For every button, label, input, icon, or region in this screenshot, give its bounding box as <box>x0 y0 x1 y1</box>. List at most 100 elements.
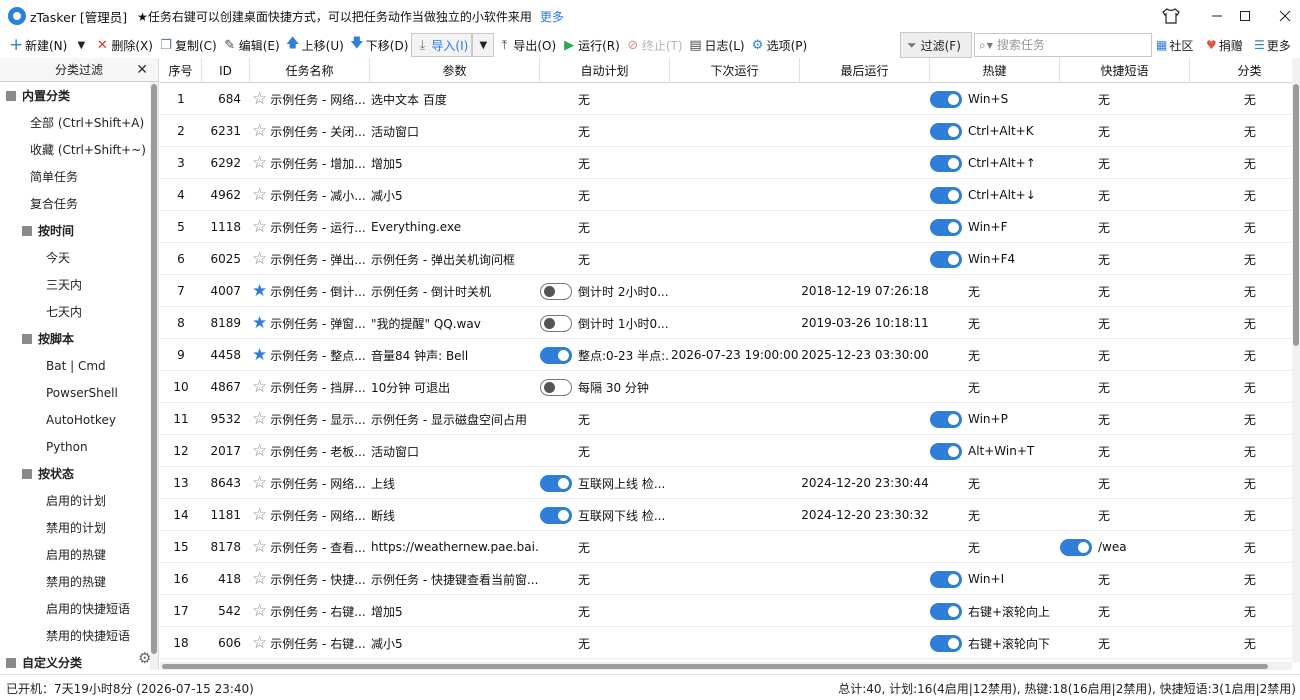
sidebar-group-header[interactable]: 按状态 <box>22 460 158 487</box>
star-filled-icon[interactable]: ★ <box>252 314 267 332</box>
gear-icon[interactable]: ⚙ <box>138 649 151 667</box>
scrollbar-thumb[interactable] <box>151 84 157 654</box>
table-row[interactable]: 8 8189 ★ 示例任务 - 弹窗... "我的提醒" QQ.wav 倒计时 1小时0.… <box>160 307 1292 339</box>
table-row[interactable]: 12 2017 ☆ 示例任务 - 老板... 活动窗口无 Alt+Win+T 无无 <box>160 435 1292 467</box>
table-row[interactable]: 4 4962 ☆ 示例任务 - 减小... 减小5 无 Ctrl+Alt+↓ 无无 <box>160 179 1292 211</box>
table-row[interactable]: 1 684 ☆ 示例任务 - 网络... 选中文本 百度无 Win+S 无无 <box>160 83 1292 115</box>
sidebar-item[interactable]: 今天 <box>46 244 158 271</box>
scrollbar-thumb[interactable] <box>162 664 1268 669</box>
star-outline-icon[interactable]: ☆ <box>252 602 267 620</box>
table-row[interactable]: 3 6292 ☆ 示例任务 - 增加... 增加5 无 Ctrl+Alt+↑ 无无 <box>160 147 1292 179</box>
column-header[interactable]: 下次运行 <box>670 58 800 83</box>
table-row[interactable]: 9 4458 ★ 示例任务 - 整点... 音量84 钟声: Bell 整点:0-23 半… <box>160 339 1292 371</box>
sidebar-item[interactable]: Bat | Cmd <box>46 352 158 379</box>
hotkey-toggle[interactable] <box>930 250 962 268</box>
star-outline-icon[interactable]: ☆ <box>252 538 267 556</box>
hotkey-toggle[interactable] <box>930 410 962 428</box>
star-outline-icon[interactable]: ☆ <box>252 474 267 492</box>
table-row[interactable]: 18 606 ☆ 示例任务 - 右键... 减小5 无右键+滚轮向下无无 <box>160 627 1292 659</box>
sidebar-item[interactable]: 收藏 (Ctrl+Shift+~) <box>30 136 158 163</box>
table-row[interactable]: 6 6025 ☆ 示例任务 - 弹出... 示例任务 - 弹出关机询问框无 Win+F4 无… <box>160 243 1292 275</box>
search-input[interactable] <box>996 38 1147 52</box>
sidebar-item[interactable]: 三天内 <box>46 271 158 298</box>
sidebar-item[interactable]: 七天内 <box>46 298 158 325</box>
column-header[interactable]: 序号 <box>160 58 202 83</box>
sidebar-item[interactable]: 启用的热键 <box>46 541 158 568</box>
donate-button[interactable]: ♥ 捐赠 <box>1206 32 1243 58</box>
star-filled-icon[interactable]: ★ <box>252 282 267 300</box>
sidebar-scrollbar[interactable] <box>150 82 158 670</box>
close-icon[interactable]: ✕ <box>136 62 148 78</box>
sidebar-group-header[interactable]: 按脚本 <box>22 325 158 352</box>
table-horizontal-scrollbar[interactable] <box>160 662 1292 670</box>
options-button[interactable]: ⚙ 选项(P) <box>748 33 811 57</box>
column-header[interactable]: 参数 <box>370 58 540 83</box>
star-outline-icon[interactable]: ☆ <box>252 378 267 396</box>
edit-button[interactable]: ✎ 编辑(E) <box>220 33 283 57</box>
star-filled-icon[interactable]: ★ <box>252 346 267 364</box>
log-button[interactable]: ▤ 日志(L) <box>686 33 748 57</box>
sidebar-item[interactable]: 禁用的快捷短语 <box>46 622 158 649</box>
star-outline-icon[interactable]: ☆ <box>252 218 267 236</box>
star-outline-icon[interactable]: ☆ <box>252 90 267 108</box>
stop-button[interactable]: ⊘ 终止(T) <box>623 33 686 57</box>
export-button[interactable]: ⤒ 导出(O) <box>494 33 559 57</box>
hotkey-toggle[interactable] <box>930 218 962 236</box>
sidebar-group-header[interactable]: 按时间 <box>22 217 158 244</box>
star-outline-icon[interactable]: ☆ <box>252 570 267 588</box>
column-header[interactable]: 热键 <box>930 58 1060 83</box>
move-up-button[interactable]: 🡅 上移(U) <box>283 33 347 57</box>
hotkey-toggle[interactable] <box>930 90 962 108</box>
star-outline-icon[interactable]: ☆ <box>252 154 267 172</box>
run-button[interactable]: ▶ 运行(R) <box>559 33 623 57</box>
search-box[interactable]: ⌕ ▼ <box>974 33 1152 57</box>
star-outline-icon[interactable]: ☆ <box>252 186 267 204</box>
schedule-toggle[interactable] <box>540 506 572 524</box>
hotkey-toggle[interactable] <box>930 122 962 140</box>
scrollbar-thumb[interactable] <box>1293 84 1299 346</box>
new-dropdown-button[interactable]: ▼ <box>70 33 92 57</box>
hotkey-toggle[interactable] <box>930 442 962 460</box>
community-button[interactable]: ▦ 社区 <box>1156 32 1193 58</box>
table-row[interactable]: 2 6231 ☆ 示例任务 - 关闭... 活动窗口无 Ctrl+Alt+K 无无 <box>160 115 1292 147</box>
sidebar-item[interactable]: 启用的计划 <box>46 487 158 514</box>
hotkey-toggle[interactable] <box>930 154 962 172</box>
more-link[interactable]: 更多 <box>540 8 564 25</box>
sidebar-item[interactable]: AutoHotkey <box>46 406 158 433</box>
hotkey-toggle[interactable] <box>930 602 962 620</box>
sidebar-item[interactable]: Python <box>46 433 158 460</box>
sidebar-item[interactable]: 复合任务 <box>30 190 158 217</box>
column-header[interactable]: 任务名称 <box>250 58 370 83</box>
more-button[interactable]: ☰ 更多 <box>1254 32 1291 58</box>
schedule-toggle[interactable] <box>540 346 572 364</box>
column-header[interactable]: ID <box>202 58 250 83</box>
move-down-button[interactable]: 🡇 下移(D) <box>347 33 412 57</box>
star-outline-icon[interactable]: ☆ <box>252 410 267 428</box>
filter-button[interactable]: ⏷ 过滤(F) <box>900 32 972 58</box>
sidebar-group-header[interactable]: 自定义分类 <box>6 649 156 670</box>
schedule-toggle[interactable] <box>540 314 572 332</box>
sidebar-item[interactable]: PowserShell <box>46 379 158 406</box>
sidebar-item[interactable]: 禁用的计划 <box>46 514 158 541</box>
close-icon[interactable] <box>1262 0 1300 32</box>
table-row[interactable]: 11 9532 ☆ 示例任务 - 显示... 示例任务 - 显示磁盘空间占用无 Win+P… <box>160 403 1292 435</box>
sidebar-item[interactable]: 禁用的热键 <box>46 568 158 595</box>
table-row[interactable]: 15 8178 ☆ 示例任务 - 查看... https://weathernew.pa… <box>160 531 1292 563</box>
import-dropdown-button[interactable]: ▼ <box>472 33 495 57</box>
star-outline-icon[interactable]: ☆ <box>252 122 267 140</box>
sidebar-item[interactable]: 启用的快捷短语 <box>46 595 158 622</box>
column-header[interactable]: 最后运行 <box>800 58 930 83</box>
table-row[interactable]: 10 4867 ☆ 示例任务 - 挡屏... 10分钟 可退出 每隔 30 分钟无无无 <box>160 371 1292 403</box>
table-vertical-scrollbar[interactable] <box>1292 58 1300 662</box>
hotkey-toggle[interactable] <box>930 634 962 652</box>
table-row[interactable]: 7 4007 ★ 示例任务 - 倒计... 示例任务 - 倒计时关机 倒计时 2小时0..… <box>160 275 1292 307</box>
schedule-toggle[interactable] <box>540 474 572 492</box>
schedule-toggle[interactable] <box>540 378 572 396</box>
column-header[interactable]: 自动计划 <box>540 58 670 83</box>
star-outline-icon[interactable]: ☆ <box>252 634 267 652</box>
table-row[interactable]: 13 8643 ☆ 示例任务 - 网络... 上线 互联网上线 检... 2024-12-2… <box>160 467 1292 499</box>
phrase-toggle[interactable] <box>1060 538 1092 556</box>
import-button[interactable]: ⤓ 导入(I) <box>411 33 473 57</box>
star-outline-icon[interactable]: ☆ <box>252 506 267 524</box>
sidebar-group-header[interactable]: 内置分类 <box>6 82 156 109</box>
